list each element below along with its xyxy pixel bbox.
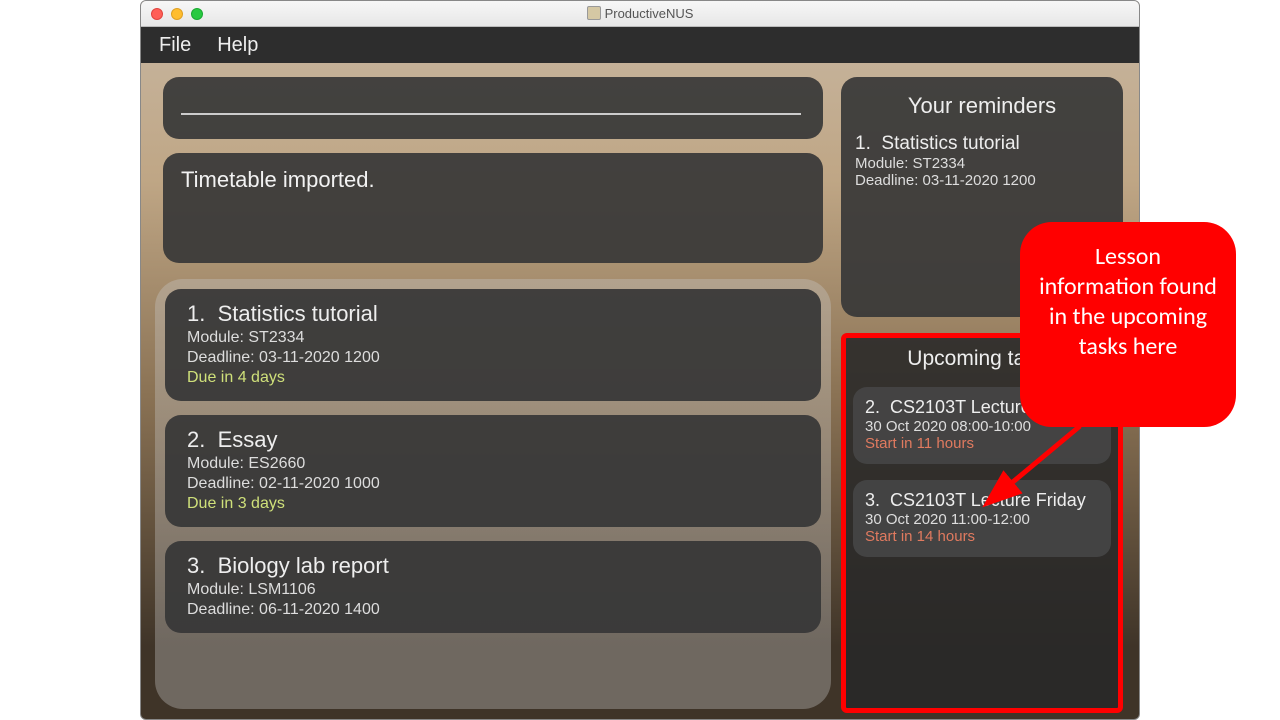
app-body: Timetable imported. 1. Statistics tutori… (141, 63, 1139, 719)
upcoming-index: 2. (865, 397, 880, 417)
command-input-panel (163, 77, 823, 139)
upcoming-card[interactable]: 3. CS2103T Lecture Friday 30 Oct 2020 11… (853, 480, 1111, 557)
task-card[interactable]: 2. Essay Module: ES2660 Deadline: 02-11-… (165, 415, 821, 527)
task-deadline: Deadline: 03-11-2020 1200 (187, 349, 799, 367)
app-icon (587, 6, 601, 20)
upcoming-start: Start in 14 hours (865, 528, 1099, 545)
command-input[interactable] (181, 113, 801, 115)
status-panel: Timetable imported. (163, 153, 823, 263)
annotation-callout: Lesson information found in the upcoming… (1020, 222, 1236, 427)
task-index: 3. (187, 553, 205, 578)
reminder-module: Module: ST2334 (855, 155, 1109, 172)
task-list: 1. Statistics tutorial Module: ST2334 De… (155, 279, 831, 709)
menu-help[interactable]: Help (217, 34, 258, 57)
upcoming-title: CS2103T Lecture Friday (890, 490, 1086, 510)
minimize-icon[interactable] (171, 8, 183, 20)
reminder-index: 1. (855, 133, 871, 154)
status-message: Timetable imported. (181, 167, 375, 192)
reminder-deadline: Deadline: 03-11-2020 1200 (855, 172, 1109, 189)
task-module: Module: ES2660 (187, 455, 799, 473)
menu-file[interactable]: File (159, 34, 191, 57)
reminder-title: Statistics tutorial (881, 133, 1019, 154)
task-card[interactable]: 1. Statistics tutorial Module: ST2334 De… (165, 289, 821, 401)
task-title: Statistics tutorial (218, 301, 378, 326)
annotation-text: Lesson information found in the upcoming… (1039, 242, 1217, 361)
menubar: File Help (141, 27, 1139, 63)
task-due: Due in 3 days (187, 495, 799, 513)
upcoming-time: 30 Oct 2020 11:00-12:00 (865, 511, 1099, 528)
task-index: 1. (187, 301, 205, 326)
task-index: 2. (187, 427, 205, 452)
window-title: ProductiveNUS (141, 6, 1139, 21)
task-title: Essay (218, 427, 278, 452)
titlebar: ProductiveNUS (141, 1, 1139, 27)
close-icon[interactable] (151, 8, 163, 20)
maximize-icon[interactable] (191, 8, 203, 20)
reminder-item[interactable]: 1. Statistics tutorial Module: ST2334 De… (855, 133, 1109, 189)
window-controls (141, 8, 203, 20)
task-due: Due in 4 days (187, 369, 799, 387)
task-deadline: Deadline: 06-11-2020 1400 (187, 601, 799, 619)
task-deadline: Deadline: 02-11-2020 1000 (187, 475, 799, 493)
reminders-heading: Your reminders (855, 93, 1109, 119)
upcoming-start: Start in 11 hours (865, 435, 1099, 452)
window-title-text: ProductiveNUS (605, 6, 694, 21)
task-title: Biology lab report (218, 553, 389, 578)
app-window: ProductiveNUS File Help Timetable import… (140, 0, 1140, 720)
task-module: Module: LSM1106 (187, 581, 799, 599)
upcoming-index: 3. (865, 490, 880, 510)
task-card[interactable]: 3. Biology lab report Module: LSM1106 De… (165, 541, 821, 633)
task-module: Module: ST2334 (187, 329, 799, 347)
